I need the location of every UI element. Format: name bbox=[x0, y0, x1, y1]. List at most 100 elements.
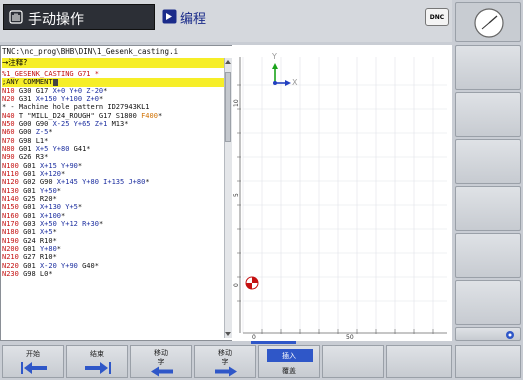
program-line-segment: * bbox=[56, 244, 62, 253]
program-line[interactable]: %1_GESENK_CASTING G71 * bbox=[2, 70, 224, 78]
program-line-segment: X+50 Y+12 R+30 bbox=[39, 219, 99, 228]
arrow-right-icon bbox=[215, 366, 237, 377]
softkey-move-word-right[interactable]: 移动 字 bbox=[194, 345, 256, 378]
program-line-segment: G02 G90 bbox=[23, 178, 57, 187]
program-line-segment: * bbox=[61, 169, 66, 178]
program-line-segment: N160 bbox=[2, 211, 24, 220]
right-softkey-5[interactable] bbox=[455, 233, 521, 278]
program-line-segment: * bbox=[61, 211, 66, 220]
program-line-segment: N180 bbox=[2, 228, 24, 237]
softkey-overwrite-label: 覆盖 bbox=[282, 367, 296, 375]
program-line-segment: G01 bbox=[23, 169, 40, 178]
axis-indicator: Y X bbox=[271, 52, 298, 87]
program-line[interactable]: ;ANY COMMENT bbox=[2, 78, 224, 87]
program-line-segment: X+0 Y+0 Z-20 bbox=[52, 86, 104, 95]
right-softkey-6[interactable] bbox=[455, 280, 521, 325]
program-line-segment: N220 bbox=[2, 261, 24, 270]
program-line-segment: N110 bbox=[2, 169, 24, 178]
program-scrollbar-thumb[interactable] bbox=[225, 72, 231, 142]
comment-search-field[interactable]: →注释? bbox=[2, 58, 224, 68]
program-line[interactable]: N110 G01 X+120* bbox=[2, 170, 224, 178]
gear-icon[interactable] bbox=[505, 330, 515, 340]
program-line-segment: M13* bbox=[111, 119, 129, 128]
program-line[interactable]: N210 G27 R10* bbox=[2, 253, 224, 261]
softkey-insert-overwrite[interactable]: 插入 覆盖 bbox=[258, 345, 320, 378]
program-line-segment: G01 bbox=[23, 186, 40, 195]
scroll-down-icon[interactable] bbox=[225, 331, 231, 337]
program-line-segment: N90 bbox=[2, 153, 19, 162]
ruler-label-x50: 50 bbox=[346, 334, 354, 341]
program-line[interactable]: N10 G30 G17 X+0 Y+0 Z-20* bbox=[2, 87, 224, 95]
program-line-segment: * bbox=[145, 178, 150, 187]
program-line-segment: G98 L1* bbox=[18, 136, 49, 145]
program-line-segment: Z-5 bbox=[35, 128, 49, 137]
ruler-label-5: 5 bbox=[233, 193, 240, 197]
program-mode-label: 编程 bbox=[180, 12, 207, 27]
text-cursor bbox=[52, 78, 58, 86]
program-line[interactable]: N130 G01 Y+50* bbox=[2, 187, 224, 195]
program-line-segment: G31 bbox=[18, 94, 36, 103]
program-mode-tab[interactable]: 编程 bbox=[160, 8, 280, 28]
hand-icon bbox=[9, 10, 23, 24]
program-line-segment: N10 bbox=[2, 86, 19, 95]
program-line[interactable]: N40 T "MILL_D24_ROUGH" G17 S1800 F400* bbox=[2, 112, 224, 120]
manual-mode-tab[interactable]: 手动操作 bbox=[3, 4, 155, 30]
program-line[interactable]: N140 G25 R20* bbox=[2, 195, 224, 203]
program-line-segment: G40* bbox=[82, 261, 99, 270]
program-line[interactable]: N220 G01 X-20 Y+90 G40* bbox=[2, 262, 224, 270]
program-line[interactable]: N200 G01 Y+80* bbox=[2, 245, 224, 253]
program-line[interactable]: N20 G31 X+150 Y+100 Z+0* bbox=[2, 95, 224, 103]
program-line[interactable]: N230 G98 L0* bbox=[2, 270, 224, 278]
program-line-segment: G26 R3* bbox=[18, 153, 49, 162]
program-line-segment: X+120 bbox=[39, 169, 62, 178]
program-line[interactable]: N70 G98 L1* bbox=[2, 137, 224, 145]
program-line-segment: G30 G17 bbox=[18, 86, 53, 95]
program-line[interactable]: N50 G00 G90 X-25 Y+65 Z+1 M13* bbox=[2, 120, 224, 128]
program-line[interactable]: * - Machine hole pattern ID27943KL1 bbox=[2, 103, 224, 111]
program-line[interactable]: N120 G02 G90 X+145 Y+80 I+135 J+80* bbox=[2, 178, 224, 186]
program-line[interactable]: N60 G00 Z-5* bbox=[2, 128, 224, 136]
softkey-move-word-left[interactable]: 移动 字 bbox=[130, 345, 192, 378]
program-line[interactable]: N180 G01 X+5* bbox=[2, 228, 224, 236]
program-line-segment: T "MILL_D24_ROUGH" G17 S1800 bbox=[18, 111, 142, 120]
right-softkey-4[interactable] bbox=[455, 186, 521, 231]
right-softkey-1[interactable] bbox=[455, 45, 521, 90]
program-line-segment: * bbox=[98, 94, 104, 103]
right-softkey-2[interactable] bbox=[455, 92, 521, 137]
program-line-segment: Y+80 bbox=[39, 244, 57, 253]
program-line-segment: * - Machine hole pattern ID27943KL1 bbox=[2, 103, 150, 112]
program-line[interactable]: N150 G01 X+130 Y+5* bbox=[2, 203, 224, 211]
softkey-begin[interactable]: 开始 bbox=[2, 345, 64, 378]
program-line-segment: G01 bbox=[23, 203, 40, 212]
program-line[interactable]: N190 G24 R10* bbox=[2, 237, 224, 245]
program-line-segment: N130 bbox=[2, 186, 24, 195]
program-line-segment: * bbox=[52, 228, 57, 237]
softkey-empty-8[interactable] bbox=[455, 345, 521, 378]
program-line-segment: X+15 Y+90 bbox=[39, 161, 78, 170]
softkey-empty-7[interactable] bbox=[386, 345, 452, 378]
softkey-end[interactable]: 结束 bbox=[66, 345, 128, 378]
program-line[interactable]: N80 G01 X+5 Y+80 G41* bbox=[2, 145, 224, 153]
program-line-segment: N200 bbox=[2, 244, 24, 253]
program-line-segment: X+145 Y+80 I+135 J+80 bbox=[56, 178, 146, 187]
program-line-segment: * bbox=[77, 203, 83, 212]
program-line-segment: ;ANY COMMENT bbox=[2, 78, 53, 87]
left-ruler: 10 5 0 bbox=[233, 57, 241, 333]
right-softkey-3[interactable] bbox=[455, 139, 521, 184]
ruler-label-0: 0 bbox=[233, 283, 240, 287]
program-line-segment: N70 bbox=[2, 136, 19, 145]
program-line-segment: * bbox=[98, 219, 104, 228]
program-line[interactable]: N160 G01 X+100* bbox=[2, 212, 224, 220]
program-line-segment: N40 bbox=[2, 111, 19, 120]
program-line-segment: N150 bbox=[2, 203, 24, 212]
clock-icon bbox=[474, 8, 504, 38]
program-line-segment: X+150 Y+100 Z+0 bbox=[35, 94, 99, 103]
program-line[interactable]: N170 G03 X+50 Y+12 R+30* bbox=[2, 220, 224, 228]
program-line-segment: X+130 Y+5 bbox=[39, 203, 78, 212]
program-line[interactable]: N90 G26 R3* bbox=[2, 153, 224, 161]
program-line[interactable]: N100 G01 X+15 Y+90* bbox=[2, 162, 224, 170]
softkey-empty-6[interactable] bbox=[322, 345, 384, 378]
graphics-view[interactable]: 10 5 0 0 50 Y X bbox=[232, 45, 452, 341]
program-line-segment: G01 bbox=[23, 261, 40, 270]
scroll-up-icon[interactable] bbox=[225, 59, 231, 65]
